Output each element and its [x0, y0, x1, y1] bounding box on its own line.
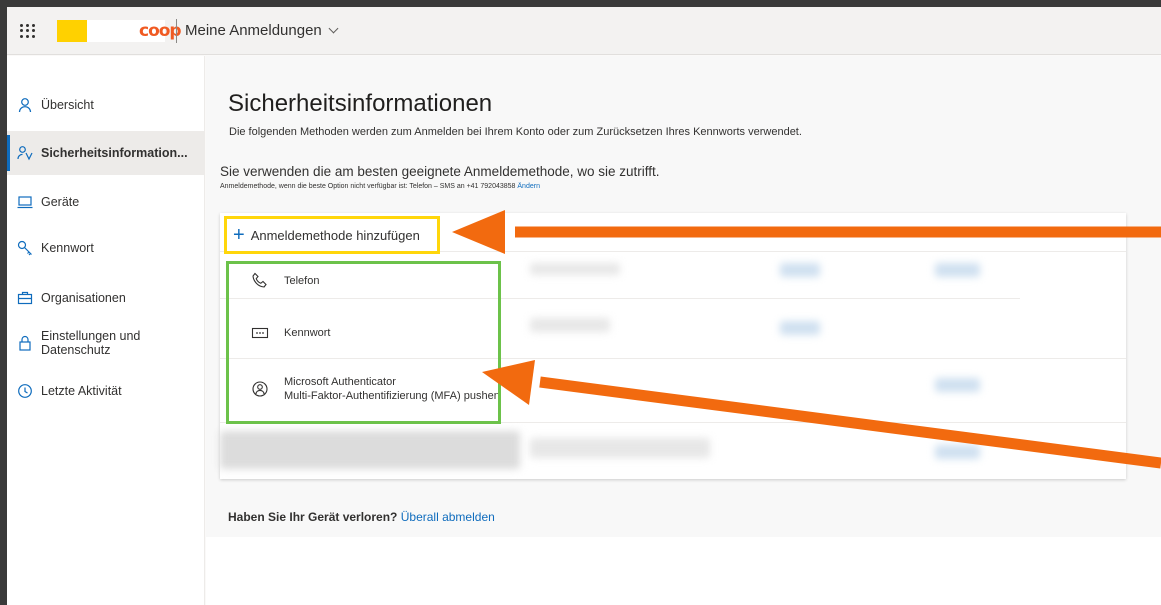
- security-info-icon: [17, 145, 33, 161]
- person-icon: [17, 97, 33, 113]
- sidebar-item-organizations[interactable]: Organisationen: [7, 276, 205, 320]
- change-default-link[interactable]: Ändern: [517, 183, 540, 190]
- lock-icon: [17, 335, 33, 351]
- sidebar-item-label: Sicherheitsinformation...: [41, 146, 188, 160]
- sidebar-item-settings-privacy[interactable]: Einstellungen und Datenschutz: [7, 321, 205, 365]
- sidebar-item-label: Organisationen: [41, 291, 126, 305]
- lost-device-question: Haben Sie Ihr Gerät verloren?: [228, 510, 398, 524]
- logo-text: coop: [139, 21, 182, 41]
- sidebar-item-label: Übersicht: [41, 98, 94, 112]
- header-divider: [176, 19, 177, 43]
- sidebar-item-label: Geräte: [41, 195, 80, 209]
- app-title-dropdown[interactable]: Meine Anmeldungen: [185, 22, 339, 39]
- briefcase-icon: [17, 290, 33, 306]
- sidebar-item-recent-activity[interactable]: Letzte Aktivität: [7, 369, 205, 413]
- app-launcher-icon[interactable]: [17, 21, 37, 41]
- redacted-link: [935, 263, 980, 277]
- sidebar-item-overview[interactable]: Übersicht: [7, 83, 205, 127]
- sidebar-item-devices[interactable]: Geräte: [7, 180, 205, 224]
- redacted-row: [220, 431, 520, 469]
- methods-highlight-box: [226, 261, 501, 424]
- chevron-down-icon: [328, 23, 339, 34]
- main-footer-area: [206, 537, 1161, 605]
- sidebar-item-label: Kennwort: [41, 241, 94, 255]
- sidebar-item-label: Einstellungen und Datenschutz: [41, 329, 141, 357]
- default-method-text: Anmeldemethode, wenn die beste Option ni…: [220, 183, 516, 190]
- redacted-detail: [530, 438, 710, 458]
- plus-icon: +: [233, 224, 245, 246]
- sidebar: Übersicht Sicherheitsinformation... Gerä…: [7, 56, 205, 605]
- main-content: Sicherheitsinformationen Die folgenden M…: [206, 56, 1161, 537]
- page-subtitle: Die folgenden Methoden werden zum Anmeld…: [229, 126, 802, 138]
- redacted-detail: [530, 263, 620, 275]
- app-frame: coop Meine Anmeldungen Übersicht Sicherh…: [7, 7, 1161, 605]
- lost-device-section: Haben Sie Ihr Gerät verloren? Überall ab…: [228, 510, 495, 524]
- sidebar-item-security-info[interactable]: Sicherheitsinformation...: [7, 131, 205, 175]
- default-method-info: Sie verwenden die am besten geeignete An…: [220, 164, 660, 179]
- laptop-icon: [17, 194, 33, 210]
- redacted-link: [780, 263, 820, 277]
- redacted-link: [780, 321, 820, 335]
- company-logo: coop: [57, 20, 182, 42]
- app-title: Meine Anmeldungen: [185, 22, 322, 39]
- history-icon: [17, 383, 33, 399]
- sign-out-everywhere-link[interactable]: Überall abmelden: [401, 510, 495, 524]
- page-title: Sicherheitsinformationen: [228, 90, 493, 117]
- redacted-link: [935, 445, 980, 459]
- top-header: coop Meine Anmeldungen: [7, 7, 1161, 55]
- add-method-label: Anmeldemethode hinzufügen: [250, 227, 420, 243]
- default-method-detail: Anmeldemethode, wenn die beste Option ni…: [220, 183, 540, 190]
- redacted-detail: [530, 318, 610, 332]
- add-method-button[interactable]: + Anmeldemethode hinzufügen: [224, 216, 440, 254]
- sidebar-item-password[interactable]: Kennwort: [7, 226, 205, 270]
- sidebar-item-label: Letzte Aktivität: [41, 384, 122, 398]
- key-icon: [17, 240, 33, 256]
- redacted-link: [935, 378, 980, 392]
